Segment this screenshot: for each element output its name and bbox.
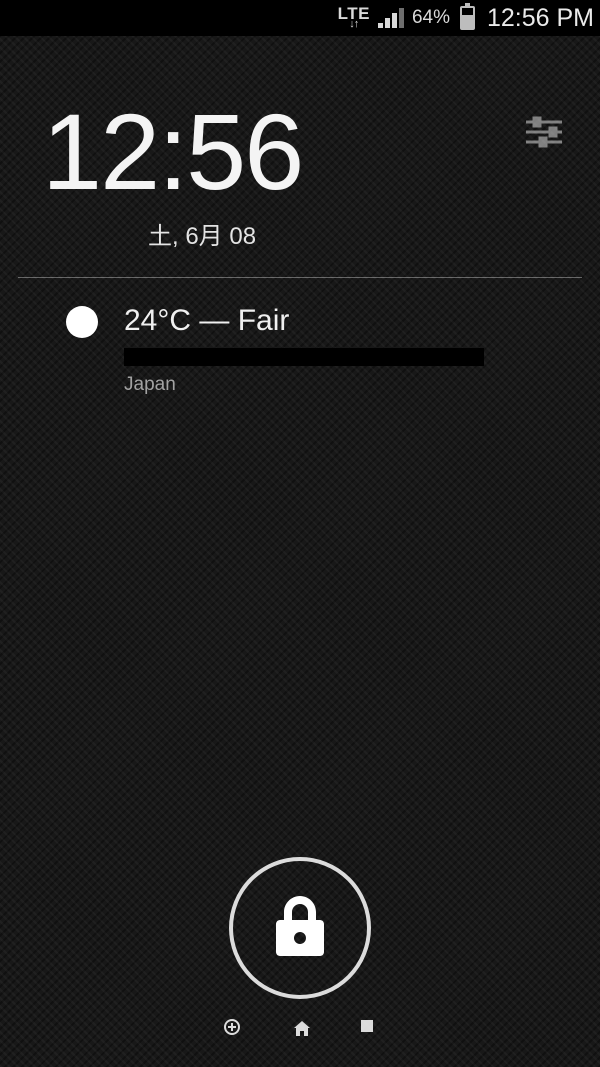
unlock-ring[interactable]	[229, 857, 371, 999]
battery-percent: 64%	[412, 7, 450, 29]
weather-widget[interactable]: 24°C — Fair Japan	[0, 278, 600, 396]
lock-icon	[272, 894, 328, 963]
battery-icon	[460, 6, 475, 30]
lockscreen-content: 12:56 土, 6月 08 24°C — Fair Japan	[0, 36, 600, 1067]
data-arrows-icon: ↓↑	[349, 20, 358, 28]
network-indicator: LTE ↓↑	[338, 8, 370, 29]
sliders-icon[interactable]	[524, 114, 564, 155]
weather-summary: 24°C — Fair	[124, 304, 560, 338]
redacted-bar	[124, 348, 484, 366]
statusbar-clock: 12:56 PM	[487, 4, 594, 33]
clock-widget[interactable]: 12:56 土, 6月 08	[0, 36, 600, 267]
clock-date: 土, 6月 08	[148, 216, 570, 251]
clock-time: 12:56	[42, 98, 570, 206]
square-icon[interactable]	[360, 1019, 376, 1035]
signal-icon	[378, 8, 404, 28]
weather-condition-icon	[66, 306, 98, 338]
page-indicator[interactable]	[224, 1019, 376, 1035]
weather-location: Japan	[124, 374, 560, 396]
add-icon[interactable]	[224, 1019, 240, 1035]
unlock-area	[0, 857, 600, 1035]
home-icon[interactable]	[292, 1019, 308, 1035]
status-bar: LTE ↓↑ 64% 12:56 PM	[0, 0, 600, 36]
